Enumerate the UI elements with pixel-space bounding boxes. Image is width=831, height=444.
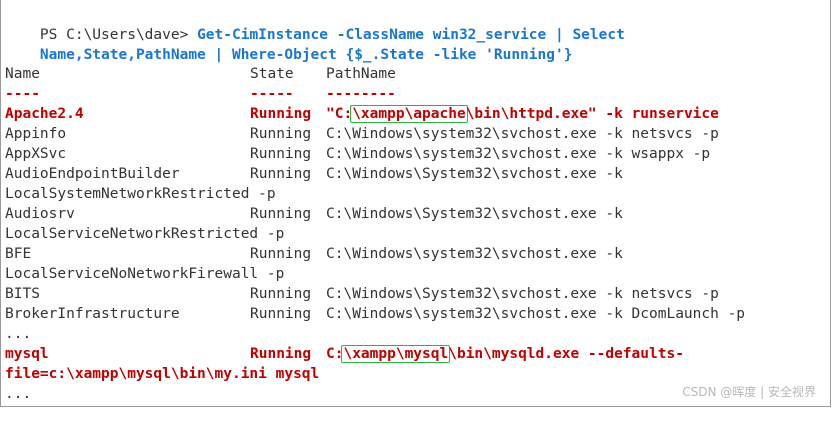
service-name: AudioEndpointBuilder bbox=[5, 166, 180, 182]
service-name: Audiosrv bbox=[5, 206, 75, 222]
service-path: C:\Windows\system32\svchost.exe -k netsv… bbox=[326, 126, 719, 142]
service-state: Running bbox=[250, 146, 312, 162]
table-row-wrap: file=c:\xampp\mysql\bin\my.ini mysql bbox=[5, 366, 320, 382]
table-row-wrap: LocalSystemNetworkRestricted -p bbox=[5, 186, 276, 202]
table-row-wrap: LocalServiceNetworkRestricted -p bbox=[5, 226, 285, 242]
ellipsis: ... bbox=[5, 326, 32, 342]
service-path: C:\Windows\System32\svchost.exe -k netsv… bbox=[326, 286, 719, 302]
path-prefix: "C: bbox=[326, 106, 353, 122]
highlight-box-xampp-mysql: \xampp\mysql bbox=[341, 345, 451, 363]
table-row-audioendpointbuilder: AudioEndpointBuilder Running C:\Windows\… bbox=[5, 164, 825, 184]
service-name: AppXSvc bbox=[5, 146, 67, 162]
powershell-console[interactable]: PS C:\Users\dave> Get-CimInstance -Class… bbox=[0, 0, 831, 407]
watermark: CSDN @晖度 | 安全视界 bbox=[682, 385, 816, 399]
service-name: BrokerInfrastructure bbox=[5, 306, 180, 322]
service-state: Running bbox=[250, 306, 312, 322]
highlight-box-xampp-apache: \xampp\apache bbox=[350, 105, 468, 123]
table-row-appxsvc: AppXSvc Running C:\Windows\system32\svch… bbox=[5, 144, 825, 164]
service-path: C:\Windows\system32\svchost.exe -k DcomL… bbox=[326, 306, 746, 322]
service-name: mysql bbox=[5, 346, 49, 362]
service-state: Running bbox=[250, 346, 312, 362]
path-suffix: \bin\mysqld.exe --defaults- bbox=[448, 346, 684, 362]
service-state: Running bbox=[250, 106, 312, 122]
service-state: Running bbox=[250, 166, 312, 182]
table-row-apache: Apache2.4 Running "C:\xampp\apache\bin\h… bbox=[5, 104, 825, 124]
service-name: BITS bbox=[5, 286, 40, 302]
table-row-brokerinfrastructure: BrokerInfrastructure Running C:\Windows\… bbox=[5, 304, 825, 324]
command-line-2: Name,State,PathName | Where-Object {$_.S… bbox=[5, 25, 573, 63]
table-row-bits: BITS Running C:\Windows\System32\svchost… bbox=[5, 284, 825, 304]
underline-pathname: -------- bbox=[326, 86, 396, 102]
table-row-audiosrv: Audiosrv Running C:\Windows\System32\svc… bbox=[5, 204, 825, 224]
table-row-wrap: LocalServiceNoNetworkFirewall -p bbox=[5, 266, 285, 282]
service-state: Running bbox=[250, 126, 312, 142]
table-row-mysql: mysql Running C:\xampp\mysql\bin\mysqld.… bbox=[5, 344, 825, 364]
ellipsis: ... bbox=[5, 386, 32, 402]
service-path: C:\Windows\system32\svchost.exe -k bbox=[326, 246, 623, 262]
column-header-name: Name bbox=[5, 66, 40, 82]
table-row-appinfo: Appinfo Running C:\Windows\system32\svch… bbox=[5, 124, 825, 144]
service-path: C:\Windows\System32\svchost.exe -k bbox=[326, 166, 623, 182]
command-text-continued: Name,State,PathName | Where-Object {$_.S… bbox=[39, 47, 573, 63]
path-suffix: \bin\httpd.exe" -k runservice bbox=[465, 106, 719, 122]
table-header-underline: ---- ----- -------- bbox=[5, 84, 825, 104]
service-path: "C:\xampp\apache\bin\httpd.exe" -k runse… bbox=[326, 104, 719, 124]
service-name: Appinfo bbox=[5, 126, 67, 142]
underline-name: ---- bbox=[5, 86, 40, 102]
table-row-bfe: BFE Running C:\Windows\system32\svchost.… bbox=[5, 244, 825, 264]
service-state: Running bbox=[250, 246, 312, 262]
service-path: C:\Windows\system32\svchost.exe -k wsapp… bbox=[326, 146, 711, 162]
service-path: C:\xampp\mysql\bin\mysqld.exe --defaults… bbox=[326, 344, 684, 364]
column-header-pathname: PathName bbox=[326, 66, 396, 82]
service-name: Apache2.4 bbox=[5, 106, 84, 122]
service-path: C:\Windows\System32\svchost.exe -k bbox=[326, 206, 623, 222]
table-header-row: Name State PathName bbox=[5, 64, 825, 84]
underline-state: ----- bbox=[250, 86, 294, 102]
column-header-state: State bbox=[250, 66, 294, 82]
service-state: Running bbox=[250, 286, 312, 302]
service-name: BFE bbox=[5, 246, 32, 262]
command-line-1: PS C:\Users\dave> Get-CimInstance -Class… bbox=[5, 5, 625, 43]
service-state: Running bbox=[250, 206, 312, 222]
